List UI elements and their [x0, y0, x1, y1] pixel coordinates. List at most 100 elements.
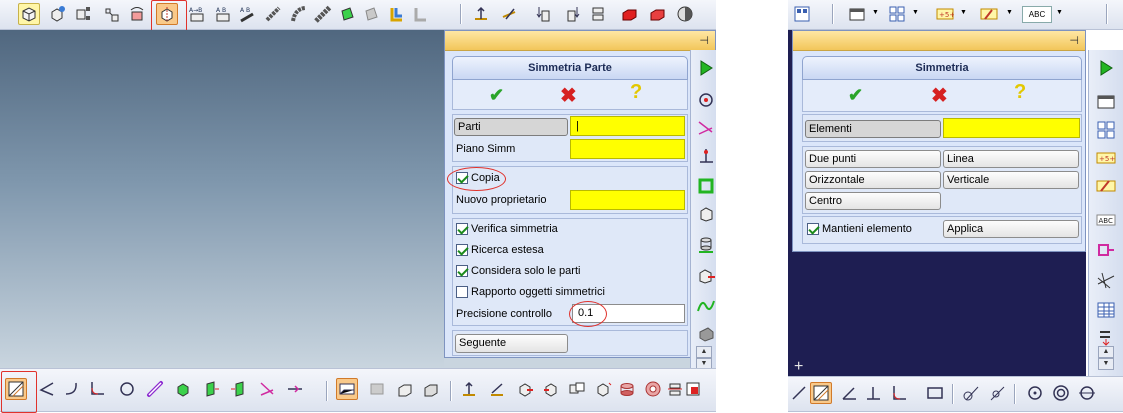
text-abc-icon[interactable]: ABC [1094, 208, 1118, 232]
grid-view-icon[interactable] [1094, 118, 1118, 142]
checkbox-box[interactable] [456, 223, 468, 235]
line-icon[interactable] [788, 382, 810, 404]
dimension-edit-icon[interactable] [1094, 174, 1118, 198]
dropdown-arrow-icon[interactable]: ▼ [1006, 9, 1013, 16]
ok-check-icon[interactable]: ✔ [848, 85, 863, 106]
part-scale-icon[interactable] [592, 378, 614, 400]
grey-model-icon[interactable] [366, 378, 388, 400]
centro-button[interactable]: Centro [805, 192, 941, 210]
bracket-grey-icon[interactable] [410, 3, 432, 25]
cylinder-red-icon[interactable] [616, 378, 638, 400]
workplane-tilt-icon[interactable] [498, 3, 520, 25]
workplane-up-icon[interactable] [470, 3, 492, 25]
parti-button[interactable]: Parti [454, 118, 568, 136]
green-panel-icon[interactable] [200, 378, 222, 400]
angle-sketch-icon[interactable] [36, 378, 58, 400]
part-copy-icon[interactable] [566, 378, 588, 400]
workplane-up-icon[interactable] [458, 378, 480, 400]
cancel-x-icon[interactable]: ✖ [931, 83, 948, 108]
green-wave-icon[interactable] [694, 294, 718, 318]
scroll-down-button[interactable]: ▼ [1098, 358, 1114, 370]
extrude-arrow-icon-2[interactable] [560, 3, 582, 25]
torus-icon[interactable] [642, 378, 664, 400]
red-box-icon-2[interactable] [646, 3, 668, 25]
dimension-edit-icon[interactable] [978, 3, 1000, 25]
grid-view-icon[interactable] [886, 3, 908, 25]
red-box-icon[interactable] [618, 3, 640, 25]
sketch-rectangle-icon[interactable] [810, 382, 832, 404]
play-green-icon[interactable] [694, 56, 718, 80]
tangent-arc-icon[interactable] [960, 382, 982, 404]
half-sphere-icon[interactable] [674, 3, 696, 25]
grey-shape-icon[interactable] [694, 322, 718, 346]
link-sketch-icon[interactable] [144, 378, 166, 400]
box-stack-icon[interactable] [694, 202, 718, 226]
circle-center-icon[interactable] [1024, 382, 1046, 404]
chain-curve-icon[interactable] [288, 3, 310, 25]
box-tools-icon[interactable] [46, 3, 68, 25]
piano-simm-field[interactable] [570, 139, 685, 159]
parti-field[interactable]: | [570, 116, 685, 136]
checkbox-box[interactable] [456, 244, 468, 256]
verticale-button[interactable]: Verticale [943, 171, 1079, 189]
angle-icon[interactable] [838, 382, 860, 404]
part-push-icon[interactable] [514, 378, 536, 400]
due-punti-button[interactable]: Due punti [805, 150, 941, 168]
elementi-field[interactable] [943, 118, 1080, 138]
dimension-icon[interactable]: +5+ [1094, 146, 1118, 170]
tangent-line-icon[interactable] [986, 382, 1008, 404]
applica-button[interactable]: Applica [943, 220, 1079, 238]
box-view-icon-2[interactable] [420, 378, 442, 400]
orizzontale-button[interactable]: Orizzontale [805, 171, 941, 189]
table-icon[interactable] [1094, 298, 1118, 322]
red-square-icon[interactable] [682, 378, 704, 400]
perpendicular-icon[interactable] [694, 144, 718, 168]
viewport-3d[interactable] [0, 30, 444, 368]
green-square-icon[interactable] [694, 174, 718, 198]
box-arrow-icon[interactable] [694, 264, 718, 288]
angle-line-icon[interactable] [694, 116, 718, 140]
grey-face-icon[interactable] [360, 3, 382, 25]
text-abc-button[interactable]: ABC [1022, 6, 1052, 23]
extrude-arrow-icon[interactable] [534, 3, 556, 25]
box-view-icon[interactable] [394, 378, 416, 400]
help-question-icon[interactable]: ? [630, 81, 642, 104]
dropdown-arrow-icon[interactable]: ▼ [912, 9, 919, 16]
help-question-icon[interactable]: ? [1014, 81, 1026, 104]
angle-pink-icon[interactable] [256, 378, 278, 400]
viewport-3d-lower[interactable] [444, 358, 716, 368]
dropdown-arrow-icon[interactable]: ▼ [960, 9, 967, 16]
seguente-button[interactable]: Seguente [455, 334, 568, 353]
text-ab-icon-3[interactable]: A B [236, 3, 258, 25]
linea-button[interactable]: Linea [943, 150, 1079, 168]
dropdown-arrow-icon[interactable]: ▼ [872, 9, 879, 16]
checkbox-box[interactable] [456, 286, 468, 298]
considera-solo-parti-checkbox[interactable]: Considera solo le parti [456, 265, 580, 277]
dimension-icon[interactable]: +5+ [934, 3, 956, 25]
cylinder-icon[interactable] [694, 232, 718, 256]
cancel-x-icon[interactable]: ✖ [560, 83, 577, 108]
view-frame-icon[interactable] [846, 3, 868, 25]
circle-sketch-icon[interactable] [116, 378, 138, 400]
nuovo-proprietario-field[interactable] [570, 190, 685, 210]
perpendicular-icon[interactable] [862, 382, 884, 404]
part-select-icon[interactable] [72, 3, 94, 25]
stack-icon[interactable] [588, 3, 610, 25]
elementi-button[interactable]: Elementi [805, 120, 941, 138]
view-frame-icon[interactable] [1094, 90, 1118, 114]
dropdown-arrow-icon[interactable]: ▼ [1056, 9, 1063, 16]
scroll-up-button[interactable]: ▲ [696, 346, 712, 358]
text-ab-icon-2[interactable]: A B [212, 3, 234, 25]
part-rotate-icon[interactable] [126, 3, 148, 25]
green-face-icon[interactable] [336, 3, 358, 25]
fillet-icon[interactable] [888, 382, 910, 404]
fillet-sketch-icon[interactable] [86, 378, 108, 400]
play-green-icon[interactable] [1094, 56, 1118, 80]
pin-icon[interactable]: ⊣ [1069, 34, 1079, 47]
ortho-view-icon[interactable] [336, 378, 358, 400]
green-panel-icon-2[interactable] [228, 378, 250, 400]
workplane-move-icon[interactable] [486, 378, 508, 400]
layout-icon[interactable] [791, 3, 813, 25]
chain-icon[interactable] [262, 3, 284, 25]
part-pull-icon[interactable] [540, 378, 562, 400]
